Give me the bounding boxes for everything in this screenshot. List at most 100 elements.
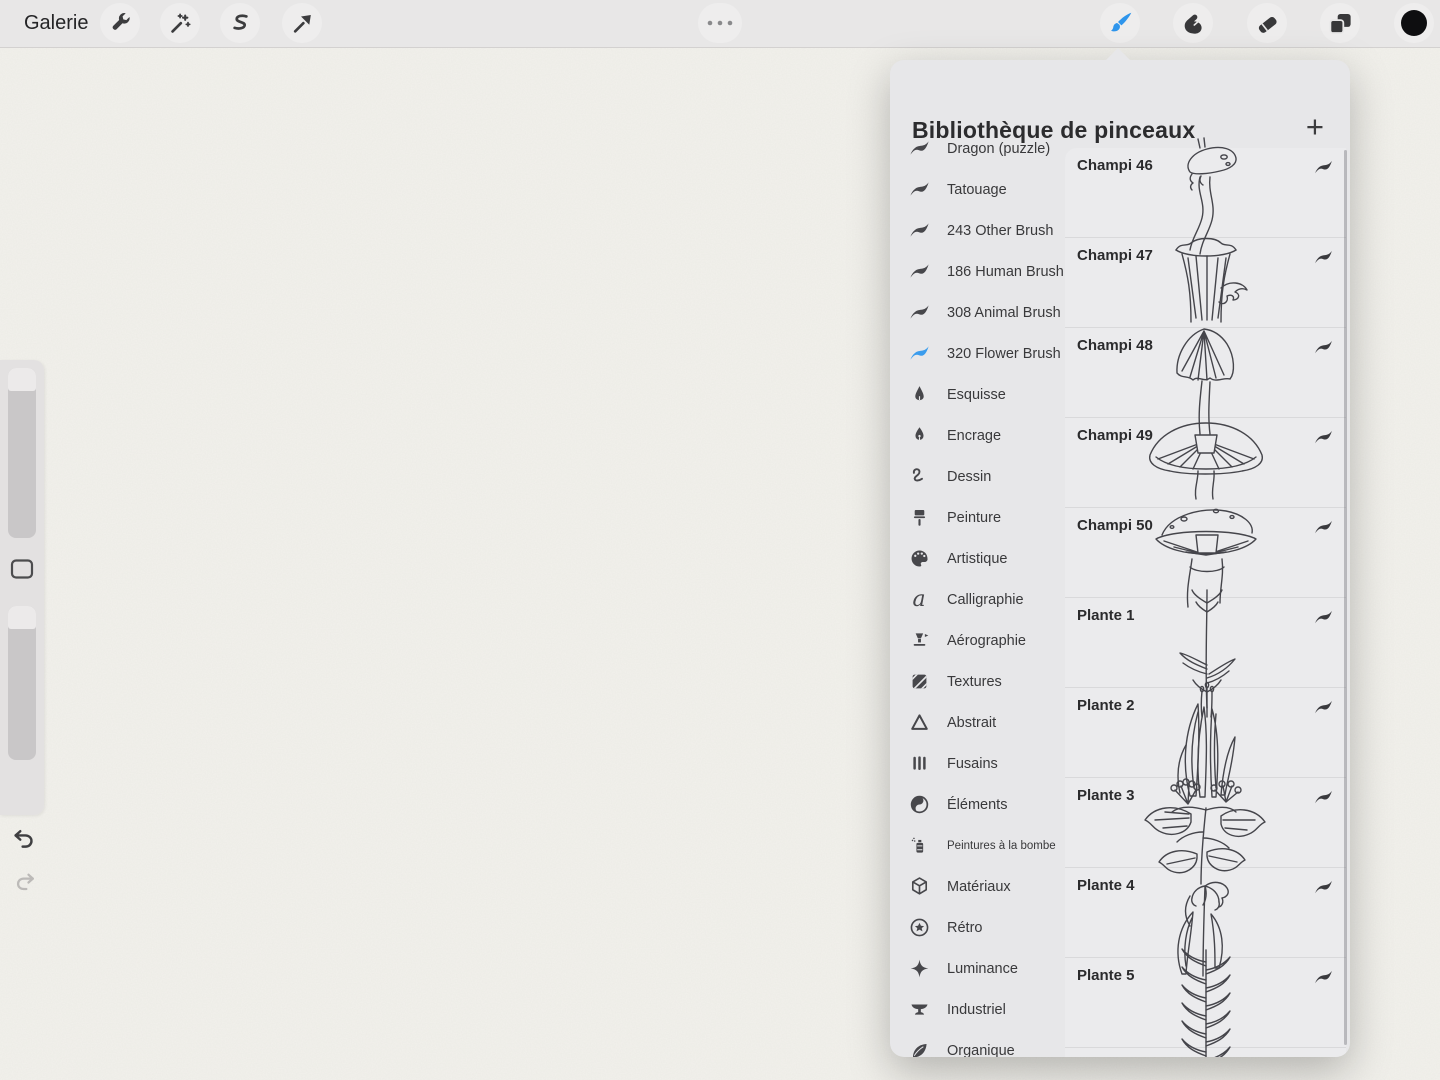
actions-button[interactable] [100,3,140,43]
spray-can-icon [904,834,934,858]
stroke-swoosh-icon [1313,877,1334,898]
smudge-tool-button[interactable] [1173,3,1213,43]
ellipsis-icon [705,18,735,28]
brush-set-textures[interactable]: Textures [890,661,1065,702]
cube-icon [904,875,934,899]
brush-set-calligraphie[interactable]: aCalligraphie [890,579,1065,620]
brush-size-slider-thumb[interactable] [8,368,36,391]
brush-list-scrollbar[interactable] [1344,150,1347,1045]
brush-set-peinture[interactable]: Peinture [890,497,1065,538]
brush-item-champi-46[interactable]: Champi 46 [1065,148,1346,238]
sparkle-icon [904,957,934,981]
flat-brush-icon [904,506,934,530]
brush-set-other-brush[interactable]: 243 Other Brush [890,210,1065,251]
square-icon [9,557,35,581]
wrench-icon [108,11,133,36]
brush-item-champi-49[interactable]: Champi 49 [1065,418,1346,508]
transform-button[interactable] [282,3,322,43]
anvil-icon [904,998,934,1022]
brush-size-slider[interactable] [8,368,36,538]
brush-item-champi-47[interactable]: Champi 47 [1065,238,1346,328]
brush-item-champi-50[interactable]: Champi 50 [1065,508,1346,598]
brush-set-tatouage[interactable]: Tatouage [890,169,1065,210]
magic-wand-icon [168,11,193,36]
brush-item-plante-5[interactable]: Plante 5 [1065,958,1346,1048]
brush-opacity-slider-thumb[interactable] [8,606,36,629]
brush-set-retro[interactable]: Rétro [890,907,1065,948]
palette-icon [904,547,934,571]
eraser-icon [1254,10,1281,37]
brush-set-luminance[interactable]: Luminance [890,948,1065,989]
brush-set-list: Dragon (puzzle) Tatouage 243 Other Brush… [890,128,1065,1057]
brush-item-plante-3[interactable]: Plante 3 [1065,778,1346,868]
brush-item-plante-4[interactable]: Plante 4 [1065,868,1346,958]
selection-button[interactable] [220,3,260,43]
leaf-icon [904,1039,934,1058]
color-circle [1400,9,1428,37]
brush-set-dessin[interactable]: Dessin [890,456,1065,497]
canvas-options-button[interactable] [698,3,742,43]
charcoal-bars-icon [904,752,934,776]
canvas-sidebar [0,360,44,815]
brush-set-organique[interactable]: Organique [890,1030,1065,1057]
stroke-swoosh-icon [1313,427,1334,448]
undo-button[interactable] [10,824,38,852]
yin-yang-icon [904,793,934,817]
redo-button[interactable] [12,868,40,896]
stroke-swoosh-icon [904,137,934,161]
stroke-swoosh-icon [904,342,934,366]
layers-icon [1327,10,1354,37]
stroke-swoosh-icon [904,219,934,243]
transform-arrow-icon [290,11,315,36]
stroke-swoosh-icon [1313,337,1334,358]
erase-tool-button[interactable] [1247,3,1287,43]
brush-item-plante-2[interactable]: Plante 2 [1065,688,1346,778]
brush-opacity-slider[interactable] [8,606,36,760]
color-button[interactable] [1394,3,1434,43]
stroke-swoosh-icon [1313,787,1334,808]
brush-set-artistique[interactable]: Artistique [890,538,1065,579]
layers-button[interactable] [1320,3,1360,43]
brush-preview-illustration [1131,946,1281,1057]
selection-s-icon [228,11,253,36]
italic-a-icon: a [904,588,934,612]
paintbrush-icon [1107,10,1134,37]
stroke-swoosh-icon [1313,607,1334,628]
squiggle-icon [904,465,934,489]
brush-library-panel: Bibliothèque de pinceaux + Dragon (puzzl… [890,60,1350,1057]
brush-set-dragon-puzzle[interactable]: Dragon (puzzle) [890,128,1065,169]
stroke-swoosh-icon [904,260,934,284]
pencil-tip-icon [904,383,934,407]
undo-arrow-icon [10,824,38,852]
brush-item-plante-1[interactable]: Plante 1 [1065,598,1346,688]
brush-set-aerographie[interactable]: Aérographie [890,620,1065,661]
brush-set-animal-brush[interactable]: 308 Animal Brush [890,292,1065,333]
star-circle-icon [904,916,934,940]
modify-button[interactable] [8,556,36,582]
smudge-finger-icon [1180,10,1207,37]
stroke-swoosh-icon [904,301,934,325]
brush-set-materiaux[interactable]: Matériaux [890,866,1065,907]
brush-set-human-brush[interactable]: 186 Human Brush [890,251,1065,292]
brush-set-flower-brush-selected[interactable]: 320 Flower Brush [890,333,1065,374]
redo-arrow-icon [12,868,38,894]
brush-set-elements[interactable]: Éléments [890,784,1065,825]
airbrush-icon [904,629,934,653]
gallery-button[interactable]: Galerie [20,0,92,47]
brush-set-peintures-a-la-bombe[interactable]: Peintures à la bombe [890,825,1065,866]
adjustments-button[interactable] [160,3,200,43]
stroke-swoosh-icon [1313,157,1334,178]
brush-set-esquisse[interactable]: Esquisse [890,374,1065,415]
brush-set-fusains[interactable]: Fusains [890,743,1065,784]
brush-set-industriel[interactable]: Industriel [890,989,1065,1030]
top-toolbar: Galerie [0,0,1440,48]
hatched-square-icon [904,670,934,694]
add-brush-set-button[interactable]: + [1306,111,1324,142]
stroke-swoosh-icon [1313,247,1334,268]
paint-tool-button[interactable] [1100,3,1140,43]
brush-set-encrage[interactable]: Encrage [890,415,1065,456]
stroke-swoosh-icon [904,178,934,202]
brush-set-abstrait[interactable]: Abstrait [890,702,1065,743]
stroke-swoosh-icon [1313,517,1334,538]
brush-item-champi-48[interactable]: Champi 48 [1065,328,1346,418]
